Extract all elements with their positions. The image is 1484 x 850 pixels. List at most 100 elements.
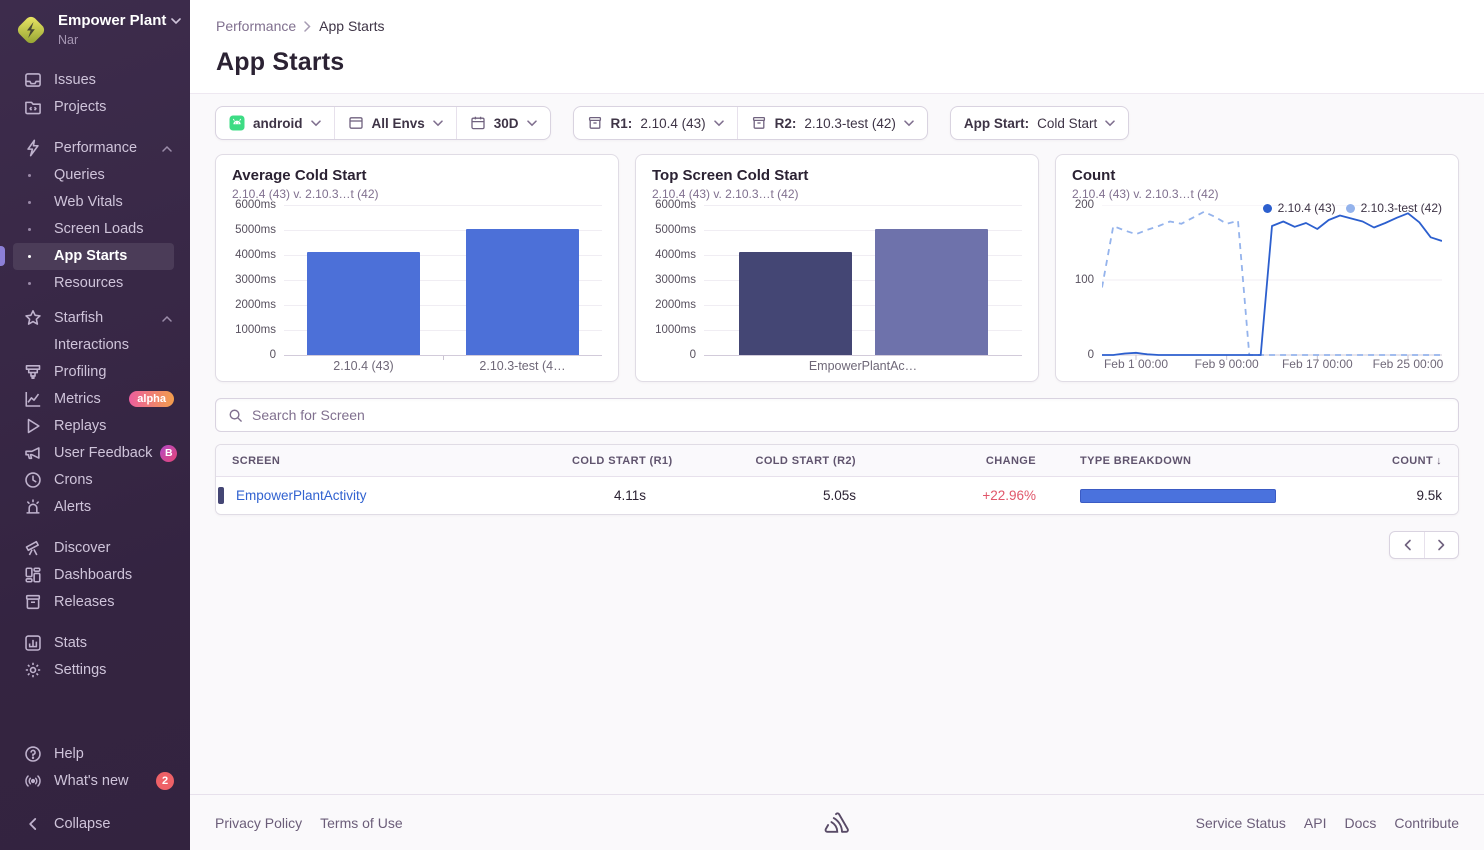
sidebar-item-stats[interactable]: Stats — [0, 630, 190, 657]
sidebar-item-web-vitals[interactable]: Web Vitals — [0, 189, 190, 216]
col-cold-start-r2[interactable]: COLD START (R2) — [662, 455, 872, 467]
prev-page-button[interactable] — [1390, 532, 1424, 558]
legend-item[interactable]: 2.10.4 (43) — [1263, 201, 1336, 215]
col-cold-start-r1[interactable]: COLD START (R1) — [572, 455, 662, 467]
legend-item[interactable]: 2.10.3-test (42) — [1346, 201, 1442, 215]
col-count[interactable]: COUNT↓ — [1312, 455, 1458, 467]
legend-dot — [1263, 204, 1272, 213]
chevron-up-icon — [162, 315, 172, 322]
bar[interactable] — [739, 252, 852, 355]
org-switcher[interactable]: Empower Plant Nar — [0, 0, 190, 59]
chevron-left-icon — [24, 815, 42, 833]
sidebar-item-whats-new[interactable]: What's new 2 — [0, 767, 190, 794]
sidebar-item-interactions[interactable]: Interactions — [0, 332, 190, 359]
y-axis-tick: 5000ms — [235, 224, 276, 236]
chevron-up-icon — [162, 145, 172, 152]
bar-chart[interactable]: 01000ms2000ms3000ms4000ms5000ms6000ms 2.… — [232, 205, 602, 377]
sidebar-section-performance[interactable]: Performance — [0, 135, 190, 162]
y-axis-tick: 2000ms — [655, 299, 696, 311]
chevron-down-icon — [171, 18, 181, 25]
main-area: Performance App Starts App Starts androi… — [190, 0, 1484, 850]
line-series[interactable] — [1102, 213, 1442, 355]
sidebar-item-metrics[interactable]: Metrics alpha — [0, 386, 190, 413]
org-logo — [14, 13, 48, 47]
chevron-down-icon — [904, 120, 914, 127]
clock-icon — [24, 471, 42, 489]
sidebar-item-projects[interactable]: Projects — [0, 94, 190, 121]
line-chart[interactable]: 0100200 Feb 1 00:00Feb 9 00:00Feb 17 00:… — [1072, 205, 1442, 355]
sidebar-section-starfish[interactable]: Starfish — [0, 305, 190, 332]
y-axis-tick: 5000ms — [655, 224, 696, 236]
app-start-type-filter[interactable]: App Start: Cold Start — [951, 107, 1128, 139]
chart-title: Average Cold Start — [232, 167, 602, 184]
app-start-filter-group: App Start: Cold Start — [950, 106, 1129, 140]
release-2-filter[interactable]: R2: 2.10.3-test (42) — [737, 107, 927, 139]
sidebar-item-settings[interactable]: Settings — [0, 657, 190, 684]
bar[interactable] — [307, 252, 420, 355]
contribute-link[interactable]: Contribute — [1394, 815, 1459, 831]
type-breakdown-bar[interactable] — [1080, 489, 1276, 503]
projects-icon — [24, 98, 42, 116]
api-link[interactable]: API — [1304, 815, 1327, 831]
y-axis-tick: 3000ms — [235, 274, 276, 286]
sentry-logo — [824, 811, 851, 835]
telescope-icon — [24, 539, 42, 557]
search-input[interactable] — [252, 407, 1446, 423]
chart-subtitle: 2.10.4 (43) v. 2.10.3…t (42) — [1072, 187, 1442, 201]
sidebar-item-queries[interactable]: Queries — [0, 162, 190, 189]
y-axis-tick: 200 — [1075, 199, 1094, 211]
sidebar-collapse-button[interactable]: Collapse — [0, 802, 190, 846]
page-header: Performance App Starts App Starts — [190, 0, 1484, 94]
play-icon — [24, 417, 42, 435]
bar[interactable] — [875, 229, 988, 355]
gear-icon — [24, 661, 42, 679]
next-page-button[interactable] — [1424, 532, 1458, 558]
x-axis-label: Feb 1 00:00 — [1104, 357, 1168, 371]
y-axis-tick: 2000ms — [235, 299, 276, 311]
metrics-icon — [24, 390, 42, 408]
y-axis-tick: 0 — [690, 349, 696, 361]
breadcrumb-performance[interactable]: Performance — [216, 18, 296, 34]
bar[interactable] — [466, 229, 579, 355]
sidebar-item-issues[interactable]: Issues — [0, 67, 190, 94]
sidebar-item-dashboards[interactable]: Dashboards — [0, 562, 190, 589]
service-status-link[interactable]: Service Status — [1196, 815, 1286, 831]
page-footer: Privacy Policy Terms of Use Service Stat… — [190, 794, 1484, 850]
sidebar-item-resources[interactable]: Resources — [0, 270, 190, 297]
project-filter[interactable]: android — [216, 107, 334, 139]
y-axis-tick: 3000ms — [655, 274, 696, 286]
screen-link[interactable]: EmpowerPlantActivity — [236, 488, 367, 503]
y-axis-tick: 1000ms — [235, 324, 276, 336]
sidebar-item-app-starts[interactable]: App Starts — [13, 243, 174, 270]
release-icon — [587, 115, 603, 131]
sidebar-item-discover[interactable]: Discover — [0, 535, 190, 562]
sidebar-item-replays[interactable]: Replays — [0, 413, 190, 440]
search-icon — [228, 408, 243, 423]
sidebar-item-screen-loads[interactable]: Screen Loads — [0, 216, 190, 243]
date-range-filter[interactable]: 30D — [456, 107, 550, 139]
chevron-down-icon — [433, 120, 443, 127]
sort-desc-icon: ↓ — [1436, 455, 1442, 467]
sidebar-item-profiling[interactable]: Profiling — [0, 359, 190, 386]
sidebar-item-alerts[interactable]: Alerts — [0, 494, 190, 521]
x-axis-label: EmpowerPlantAc… — [704, 359, 1022, 373]
col-type-breakdown[interactable]: TYPE BREAKDOWN — [1052, 455, 1312, 467]
sidebar-item-help[interactable]: Help — [0, 740, 190, 767]
col-change[interactable]: CHANGE — [872, 455, 1052, 467]
breadcrumb: Performance App Starts — [216, 18, 1458, 34]
page-filter-group: android All Envs 30D — [215, 106, 551, 140]
content: android All Envs 30D R1: — [190, 94, 1484, 786]
sidebar-item-releases[interactable]: Releases — [0, 589, 190, 616]
terms-of-use-link[interactable]: Terms of Use — [320, 815, 402, 831]
privacy-policy-link[interactable]: Privacy Policy — [215, 815, 302, 831]
bar-chart[interactable]: 01000ms2000ms3000ms4000ms5000ms6000ms Em… — [652, 205, 1022, 377]
performance-icon — [24, 139, 42, 157]
docs-link[interactable]: Docs — [1345, 815, 1377, 831]
release-1-filter[interactable]: R1: 2.10.4 (43) — [574, 107, 737, 139]
breadcrumb-chevron-icon — [304, 21, 311, 32]
sidebar-item-crons[interactable]: Crons — [0, 467, 190, 494]
col-screen[interactable]: SCREEN — [216, 455, 572, 467]
environment-filter[interactable]: All Envs — [334, 107, 456, 139]
sidebar-item-user-feedback[interactable]: User Feedback B — [0, 440, 190, 467]
screens-table: SCREEN COLD START (R1) COLD START (R2) C… — [215, 444, 1459, 515]
